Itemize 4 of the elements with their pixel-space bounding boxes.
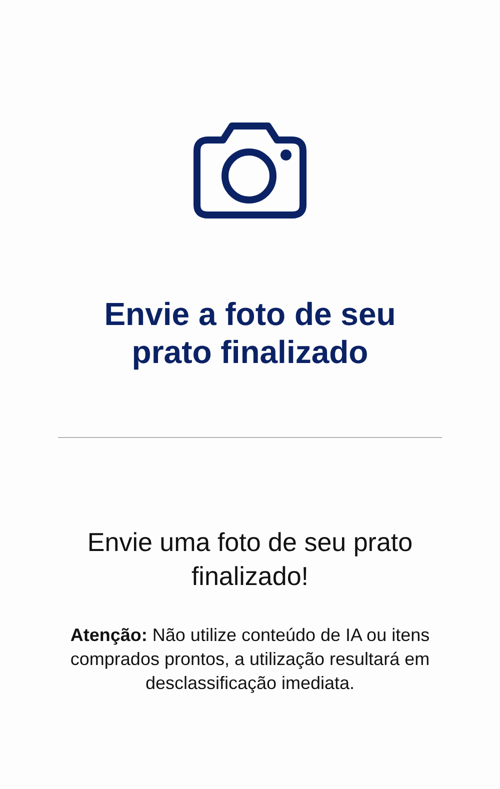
camera-icon — [193, 121, 307, 219]
message: Envie uma foto de seu prato finalizado! — [86, 526, 414, 593]
warning-text: Atenção: Não utilize conteúdo de IA ou itens comprados prontos, a utilização resultará em desclassificação imediata. — [69, 624, 431, 695]
title: Envie a foto de seu prato finalizado — [103, 295, 397, 371]
